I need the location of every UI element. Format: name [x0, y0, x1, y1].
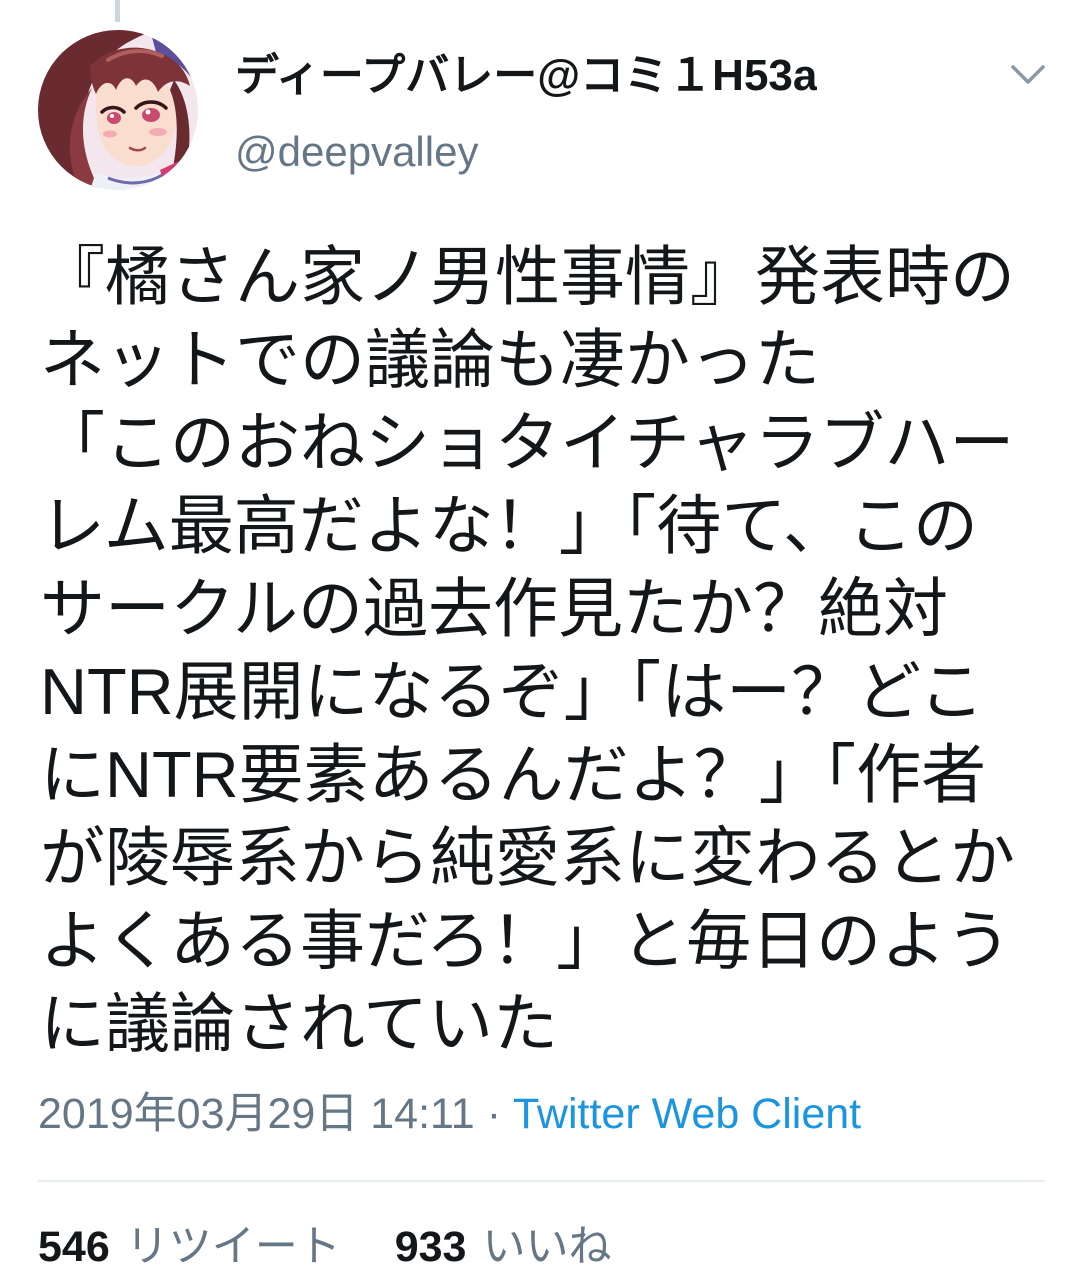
tweet-text-line: レム最高だよな！」「待て、この [40, 489, 978, 562]
tweet-text-line: ネットでの議論も凄かった [40, 323, 821, 396]
tweet-text: 『橘さん家ノ男性事情』発表時の ネットでの議論も凄かった 「このおねショタイチャ… [40, 235, 1065, 1065]
avatar-art [38, 30, 198, 190]
chevron-down-icon-glyph [1011, 65, 1045, 84]
tweet-text-line: サークルの過去作見たか？絶対 [40, 572, 949, 645]
tweet-text-line: にNTR要素あるんだよ？」「作者 [40, 738, 987, 811]
timestamp-separator: · [486, 1090, 502, 1138]
tweet-detail: ディープバレー@コミ１H53a @deepvalley 『橘さん家ノ男性事情』発… [0, 0, 1080, 1285]
display-name[interactable]: ディープバレー@コミ１H53a [235, 50, 817, 102]
retweet-label: リツイート [125, 1223, 341, 1271]
tweet-timestamp: 2019年03月29日 14:11 [38, 1090, 475, 1138]
thread-line [115, 0, 120, 22]
retweet-count: 546 [38, 1223, 110, 1271]
tweet-meta: 2019年03月29日 14:11 · Twitter Web Client [38, 1090, 861, 1138]
tweet-text-line: 『橘さん家ノ男性事情』発表時の [40, 240, 1016, 313]
avatar-image [38, 30, 198, 190]
tweet-text-line: よくある事だろ！」と毎日のよう [40, 904, 1012, 977]
tweet-text-line: NTR展開になるぞ」「はー？どこ [40, 655, 985, 728]
divider [38, 1180, 1045, 1182]
avatar[interactable] [38, 30, 198, 190]
likes-stat[interactable]: 933 いいね [395, 1222, 612, 1272]
like-count: 933 [394, 1223, 467, 1271]
like-label: いいね [482, 1223, 612, 1271]
tweet-text-line: 「このおねショタイチャラブハー [40, 406, 1015, 479]
chevron-down-icon[interactable] [1008, 62, 1048, 88]
username[interactable]: @deepvalley [235, 127, 478, 177]
retweets-stat[interactable]: 546 リツイート [38, 1222, 341, 1272]
tweet-text-line: に議論されていた [40, 987, 559, 1060]
tweet-text-line: が陵辱系から純愛系に変わるとか [40, 821, 1016, 894]
tweet-source-link[interactable]: Twitter Web Client [513, 1090, 861, 1138]
stats-bar: 546 リツイート 933 いいね [38, 1222, 653, 1272]
